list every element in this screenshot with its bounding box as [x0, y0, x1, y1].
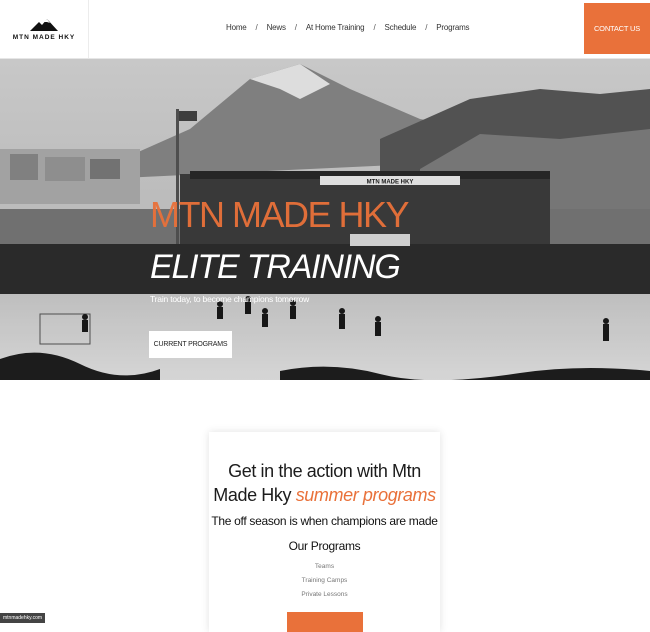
site-logo[interactable]: MTN MADE HKY [0, 0, 89, 58]
hero-tagline: Train today, to become champions tomorro… [150, 294, 310, 304]
program-item-training-camps[interactable]: Training Camps [209, 574, 440, 588]
nav-home[interactable]: Home [226, 23, 247, 32]
card-heading: Get in the action with Mtn Made Hky summ… [209, 459, 440, 507]
main-nav: Home / News / At Home Training / Schedul… [226, 23, 470, 32]
hero-banner: MTN MADE HKY MTN MADE HKY ELITE TRAINING… [0, 59, 650, 380]
programs-list: Teams Training Camps Private Lessons [209, 560, 440, 602]
hero-subtitle: ELITE TRAINING [150, 248, 401, 286]
hero-title: MTN MADE HKY [150, 194, 410, 235]
nav-news[interactable]: News [267, 23, 286, 32]
current-programs-button[interactable]: CURRENT PROGRAMS [149, 331, 232, 358]
contact-us-button[interactable]: CONTACT US [584, 3, 650, 54]
nav-separator: / [294, 23, 297, 32]
nav-separator: / [373, 23, 376, 32]
card-cta-button[interactable] [287, 612, 363, 632]
card-subheading: The off season is when champions are mad… [211, 514, 438, 528]
logo-text: MTN MADE HKY [12, 33, 76, 41]
programs-title: Our Programs [288, 539, 361, 553]
nav-programs[interactable]: Programs [436, 23, 469, 32]
program-item-private-lessons[interactable]: Private Lessons [209, 588, 440, 602]
program-item-teams[interactable]: Teams [209, 560, 440, 574]
nav-separator: / [425, 23, 428, 32]
mountain-logo-icon [30, 18, 58, 31]
site-header: MTN MADE HKY Home / News / At Home Train… [0, 0, 650, 59]
summer-programs-card: Get in the action with Mtn Made Hky summ… [209, 432, 440, 632]
nav-schedule[interactable]: Schedule [384, 23, 416, 32]
card-heading-accent: summer programs [295, 485, 436, 505]
nav-at-home-training[interactable]: At Home Training [306, 23, 365, 32]
nav-separator: / [255, 23, 258, 32]
